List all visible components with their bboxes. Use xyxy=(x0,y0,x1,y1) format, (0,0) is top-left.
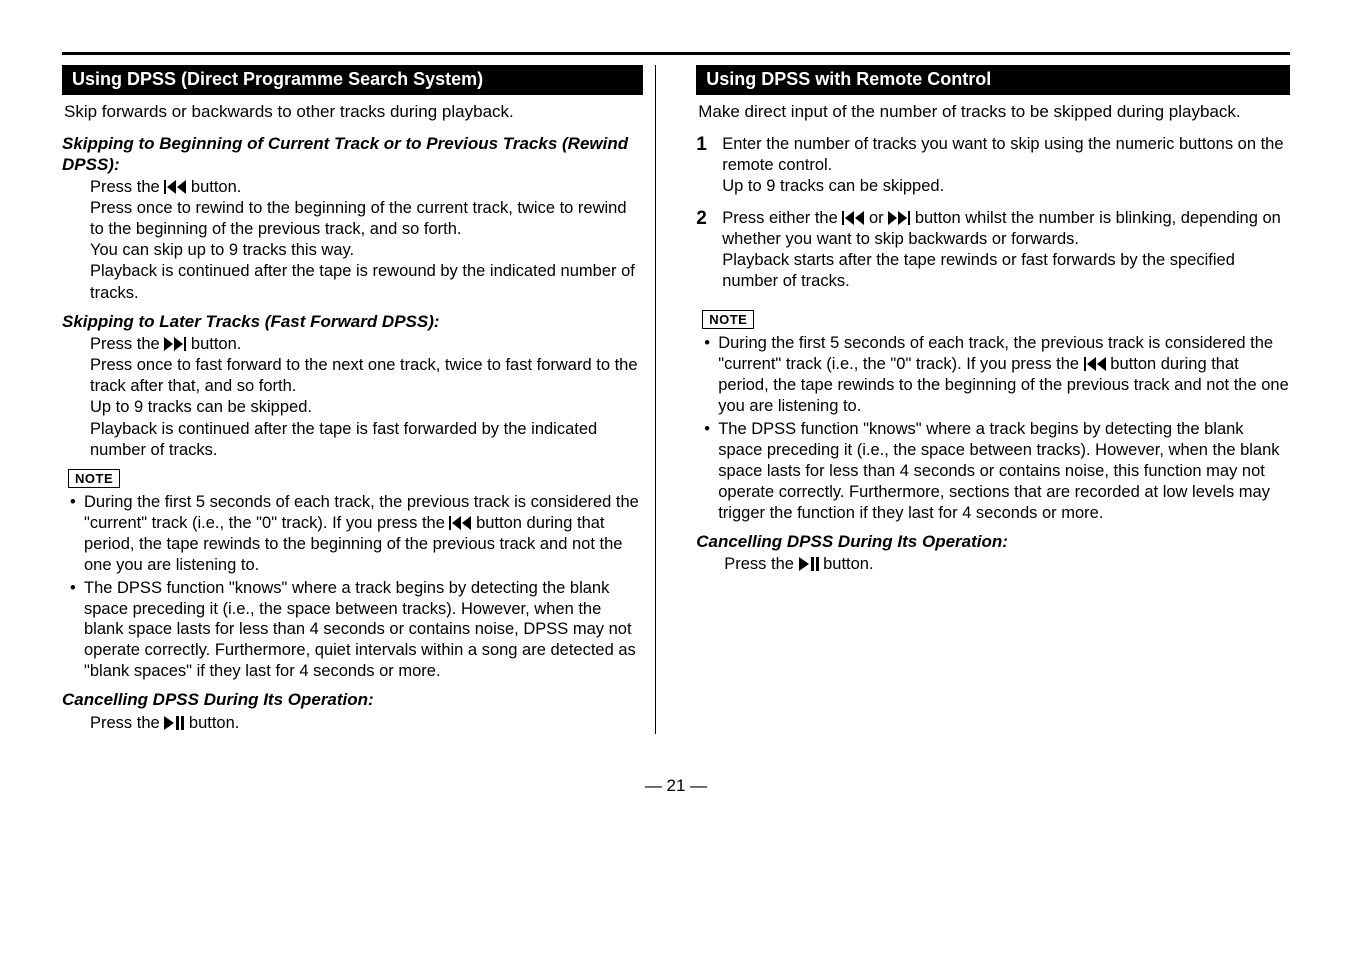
note-list: During the first 5 seconds of each track… xyxy=(70,492,643,683)
subheading-cancel: Cancelling DPSS During Its Operation: xyxy=(696,532,1290,552)
skip-forward-icon xyxy=(888,211,910,225)
text: Playback is continued after the tape is … xyxy=(90,419,643,461)
body-cancel: Press the button. xyxy=(724,554,1290,575)
text: Press the xyxy=(90,178,164,196)
lead-text: Skip forwards or backwards to other trac… xyxy=(64,101,643,122)
text: button. xyxy=(191,178,241,196)
text: Enter the number of tracks you want to s… xyxy=(722,134,1290,176)
text: or xyxy=(869,209,888,227)
skip-back-icon xyxy=(842,211,864,225)
section-heading-dpss: Using DPSS (Direct Programme Search Syst… xyxy=(62,65,643,95)
skip-back-icon xyxy=(449,516,471,530)
body-cancel: Press the button. xyxy=(90,713,643,734)
text: Playback starts after the tape rewinds o… xyxy=(722,250,1290,292)
text: Press the xyxy=(724,555,798,573)
text: Up to 9 tracks can be skipped. xyxy=(90,397,643,418)
note-item: During the first 5 seconds of each track… xyxy=(704,333,1290,417)
two-column-layout: Using DPSS (Direct Programme Search Syst… xyxy=(62,65,1290,734)
play-pause-icon xyxy=(164,716,184,730)
step-2: 2 Press either the or button whilst the … xyxy=(696,208,1290,292)
text: button. xyxy=(189,714,239,732)
note-label: NOTE xyxy=(68,469,120,488)
text: button. xyxy=(823,555,873,573)
text: You can skip up to 9 tracks this way. xyxy=(90,240,643,261)
note-item: The DPSS function "knows" where a track … xyxy=(704,419,1290,524)
text: button. xyxy=(191,335,241,353)
section-heading-remote: Using DPSS with Remote Control xyxy=(696,65,1290,95)
body-ff: Press the button. Press once to fast for… xyxy=(90,334,643,461)
text: Press the xyxy=(90,335,164,353)
skip-back-icon xyxy=(164,180,186,194)
skip-back-icon xyxy=(1084,357,1106,371)
top-rule xyxy=(62,52,1290,55)
note-list: During the first 5 seconds of each track… xyxy=(704,333,1290,524)
skip-forward-icon xyxy=(164,337,186,351)
left-column: Using DPSS (Direct Programme Search Syst… xyxy=(62,65,656,734)
text: Press the xyxy=(90,714,164,732)
subheading-cancel: Cancelling DPSS During Its Operation: xyxy=(62,690,643,710)
note-label: NOTE xyxy=(702,310,754,329)
step-number: 2 xyxy=(696,208,722,292)
step-1: 1 Enter the number of tracks you want to… xyxy=(696,134,1290,197)
text: Up to 9 tracks can be skipped. xyxy=(722,176,1290,197)
subheading-rewind-dpss: Skipping to Beginning of Current Track o… xyxy=(62,134,643,175)
play-pause-icon xyxy=(799,557,819,571)
text: Press either the xyxy=(722,209,842,227)
right-column: Using DPSS with Remote Control Make dire… xyxy=(696,65,1290,734)
note-item: During the first 5 seconds of each track… xyxy=(70,492,643,576)
text: Playback is continued after the tape is … xyxy=(90,261,643,303)
note-item: The DPSS function "knows" where a track … xyxy=(70,578,643,683)
text: Press once to fast forward to the next o… xyxy=(90,355,643,397)
lead-text: Make direct input of the number of track… xyxy=(698,101,1290,122)
subheading-ff-dpss: Skipping to Later Tracks (Fast Forward D… xyxy=(62,312,643,332)
document-page: Using DPSS (Direct Programme Search Syst… xyxy=(0,0,1352,796)
page-number: — 21 — xyxy=(62,776,1290,796)
text: Press once to rewind to the beginning of… xyxy=(90,198,643,240)
body-rewind: Press the button. Press once to rewind t… xyxy=(90,177,643,304)
step-number: 1 xyxy=(696,134,722,197)
